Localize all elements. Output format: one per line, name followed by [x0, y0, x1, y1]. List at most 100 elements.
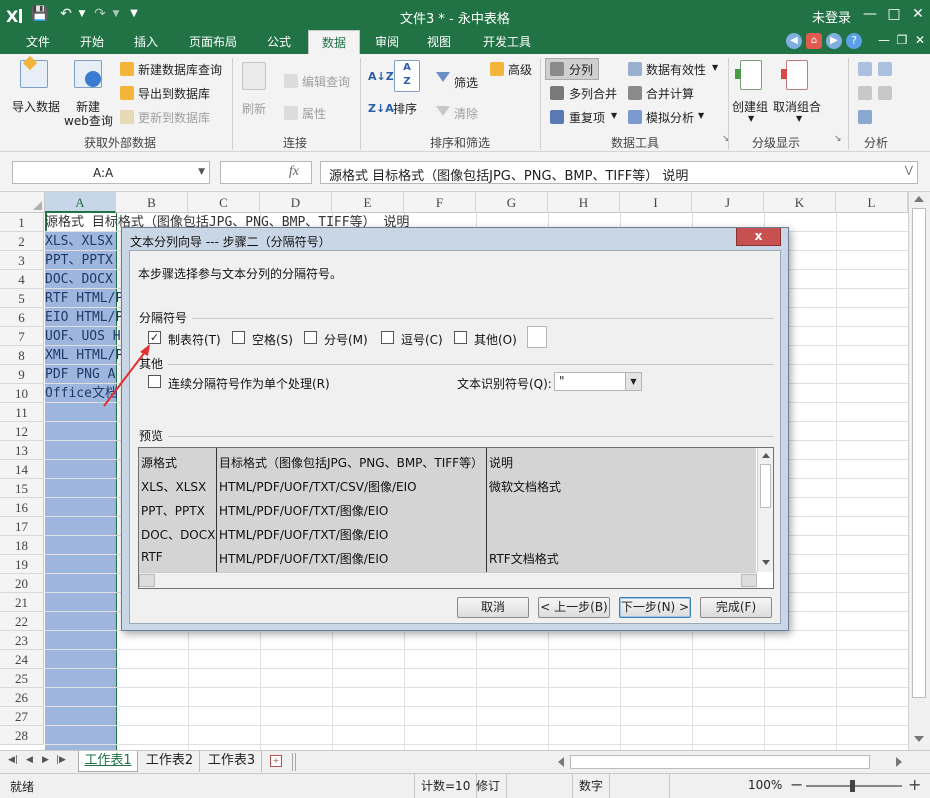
- back-button[interactable]: < 上一步(B): [538, 597, 610, 618]
- sheet-tab-1[interactable]: 工作表1: [78, 751, 138, 772]
- cell-a2[interactable]: XLS、XLSX: [45, 232, 121, 251]
- row-header[interactable]: 2: [0, 232, 44, 251]
- formula-input[interactable]: 源格式 目标格式（图像包括JPG、PNG、BMP、TIFF等） 说明 ⋁: [320, 161, 918, 184]
- analysis-icon-3[interactable]: [858, 86, 872, 100]
- finish-button[interactable]: 完成(F): [700, 597, 772, 618]
- sort-button[interactable]: 排序: [393, 100, 417, 117]
- cell-a3[interactable]: PPT、PPTX: [45, 251, 121, 270]
- ungroup-dropdown-icon[interactable]: ▼: [796, 114, 802, 123]
- zoom-in-icon[interactable]: +: [908, 775, 921, 794]
- import-data-button[interactable]: 导入数据: [12, 98, 60, 115]
- properties-button[interactable]: 属性: [302, 105, 326, 122]
- space-option-label[interactable]: 空格(S): [252, 331, 293, 348]
- hscroll-left-icon[interactable]: [558, 757, 564, 767]
- cell-a4[interactable]: DOC、DOCX: [45, 270, 121, 289]
- zoom-level[interactable]: 100%: [748, 778, 782, 792]
- filter-button[interactable]: 筛选: [454, 74, 478, 91]
- sheet-tab-3[interactable]: 工作表3: [202, 751, 262, 772]
- semicolon-option-label[interactable]: 分号(M): [324, 331, 368, 348]
- zoom-out-icon[interactable]: −: [790, 775, 803, 794]
- row-header[interactable]: 13: [0, 441, 44, 460]
- tab-formulas[interactable]: 公式: [256, 30, 302, 54]
- next-button[interactable]: 下一步(N) >: [619, 597, 691, 618]
- vertical-scrollbar[interactable]: [908, 192, 930, 750]
- column-header[interactable]: D: [260, 192, 332, 213]
- row-header[interactable]: 25: [0, 669, 44, 688]
- column-header[interactable]: J: [692, 192, 764, 213]
- create-group-button[interactable]: 创建组: [732, 98, 768, 115]
- column-header[interactable]: G: [476, 192, 548, 213]
- row-header[interactable]: 28: [0, 726, 44, 745]
- cancel-button[interactable]: 取消: [457, 597, 529, 618]
- duplicates-dropdown-icon[interactable]: ▼: [611, 111, 617, 120]
- row-header[interactable]: 15: [0, 479, 44, 498]
- horizontal-scrollbar[interactable]: [556, 754, 906, 770]
- analysis-icon-4[interactable]: [878, 86, 892, 100]
- advanced-button[interactable]: 高级: [508, 61, 532, 78]
- row-header[interactable]: 27: [0, 707, 44, 726]
- row-header[interactable]: 17: [0, 517, 44, 536]
- add-sheet-icon[interactable]: +: [270, 755, 282, 767]
- fx-icon[interactable]: fx: [289, 164, 299, 180]
- row-header[interactable]: 22: [0, 612, 44, 631]
- preview-scroll-down-icon[interactable]: [762, 560, 770, 565]
- preview-vscroll-thumb[interactable]: [760, 464, 771, 508]
- preview-table[interactable]: 源格式 目标格式（图像包括JPG、PNG、BMP、TIFF等） 说明 XLS、X…: [138, 447, 774, 589]
- home-icon[interactable]: ⌂: [806, 33, 822, 49]
- redo-dropdown-icon[interactable]: ▼: [106, 5, 126, 23]
- tab-developer[interactable]: 开发工具: [472, 30, 542, 54]
- row-header[interactable]: 1: [0, 213, 44, 232]
- consolidate-button[interactable]: 合并计算: [646, 85, 694, 102]
- row-header[interactable]: 21: [0, 593, 44, 612]
- row-header[interactable]: 4: [0, 270, 44, 289]
- refresh-button[interactable]: 刷新: [242, 100, 266, 117]
- forward-icon[interactable]: ▶: [826, 33, 842, 49]
- new-web-query-label-2[interactable]: web查询: [64, 112, 113, 129]
- login-link[interactable]: 未登录: [812, 7, 851, 26]
- preview-hscroll[interactable]: [139, 572, 757, 588]
- zoom-slider-thumb[interactable]: [850, 780, 855, 792]
- help-icon[interactable]: ?: [846, 33, 862, 49]
- tab-review[interactable]: 审阅: [364, 30, 410, 54]
- cell-a6[interactable]: EIO HTML/P: [45, 308, 121, 327]
- tab-view[interactable]: 视图: [416, 30, 462, 54]
- dialog-close-button[interactable]: x: [736, 228, 781, 246]
- tab-page-layout[interactable]: 页面布局: [178, 30, 248, 54]
- sheet-next-icon[interactable]: ▶: [42, 755, 49, 765]
- qualifier-dropdown-icon[interactable]: ▼: [625, 373, 641, 390]
- close-icon[interactable]: ✕: [906, 6, 930, 22]
- zoom-slider[interactable]: [806, 780, 902, 792]
- sheet-bar-splitter[interactable]: [292, 753, 296, 771]
- sort-za-icon[interactable]: Z↓A: [368, 102, 394, 115]
- column-header[interactable]: K: [764, 192, 836, 213]
- customize-toolbar-icon[interactable]: ▼: [124, 5, 144, 23]
- clear-button[interactable]: 清除: [454, 105, 478, 122]
- split-column-button[interactable]: 分列: [569, 61, 593, 78]
- preview-hscroll-thumb[interactable]: [139, 574, 155, 587]
- space-checkbox[interactable]: [232, 331, 245, 344]
- preview-vscroll[interactable]: [757, 448, 773, 572]
- row-header[interactable]: 5: [0, 289, 44, 308]
- column-header-a[interactable]: A: [45, 192, 116, 213]
- tab-data[interactable]: 数据: [308, 30, 360, 54]
- scroll-thumb[interactable]: [912, 208, 926, 698]
- maximize-icon[interactable]: □: [882, 6, 906, 22]
- new-db-query-button[interactable]: 新建数据库查询: [138, 61, 222, 78]
- row-header[interactable]: 7: [0, 327, 44, 346]
- consecutive-option-label[interactable]: 连续分隔符号作为单个处理(R): [168, 375, 330, 392]
- row-header[interactable]: 6: [0, 308, 44, 327]
- ungroup-button[interactable]: 取消组合: [773, 98, 821, 115]
- scroll-up-icon[interactable]: [914, 196, 924, 202]
- create-group-dropdown-icon[interactable]: ▼: [748, 114, 754, 123]
- merge-columns-button[interactable]: 多列合并: [569, 85, 617, 102]
- minimize-icon[interactable]: —: [858, 6, 882, 22]
- comma-option-label[interactable]: 逗号(C): [401, 331, 443, 348]
- sheet-tab-2[interactable]: 工作表2: [140, 751, 200, 772]
- row-header[interactable]: 24: [0, 650, 44, 669]
- validity-button[interactable]: 数据有效性: [646, 61, 706, 78]
- back-icon[interactable]: ◀: [786, 33, 802, 49]
- select-all-corner[interactable]: [0, 192, 45, 213]
- column-header[interactable]: F: [404, 192, 476, 213]
- qualifier-select[interactable]: " ▼: [554, 372, 642, 391]
- preview-hscroll-right[interactable]: [741, 574, 757, 587]
